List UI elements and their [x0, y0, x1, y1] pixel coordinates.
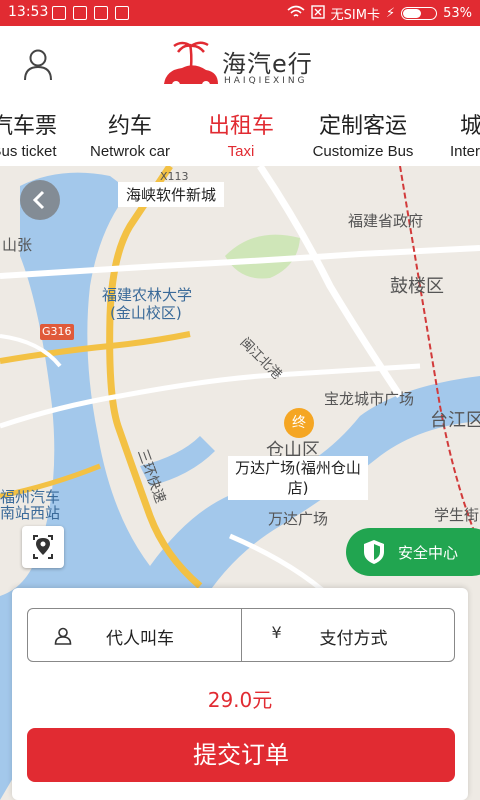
app-logo: 海汽e行 HAIQIEXING [160, 38, 330, 98]
tab-label-en: Netwrok car [89, 143, 171, 160]
destination-callout[interactable]: 万达广场(福州仓山店) [228, 456, 368, 500]
app-header: 海汽e行 HAIQIEXING [0, 26, 480, 104]
usb-icon [52, 6, 66, 20]
sim-icon [310, 4, 325, 23]
proxy-call-button[interactable]: 代人叫车 [28, 609, 241, 661]
payment-method-label: 支付方式 [319, 629, 388, 649]
charging-icon: ⚡ [385, 6, 396, 21]
proxy-call-label: 代人叫车 [106, 629, 174, 649]
carrier-text: 无SIM卡 [330, 8, 380, 23]
yen-icon: ¥ [271, 623, 282, 642]
battery-fill [403, 9, 422, 18]
tab-label-cn: 汽车票 [0, 114, 57, 139]
logo-title: 海汽e行 [222, 50, 313, 78]
place-label-fafu-campus: (金山校区) [110, 304, 182, 322]
tab-label-en: Customize Bus [312, 143, 414, 160]
chevron-left-icon [32, 190, 45, 210]
tab-label-en: Taxi [227, 143, 255, 160]
logo-subtitle: HAIQIEXING [224, 76, 308, 86]
order-options: 代人叫车 ¥ 支付方式 [27, 608, 455, 662]
app-notification-icon [73, 6, 87, 20]
tab-label-cn: 城 [460, 114, 480, 139]
tab-label-en: Bus ticket [0, 143, 57, 160]
notification-icons [52, 6, 129, 20]
place-label: 山张 [2, 236, 33, 254]
message-icon [115, 6, 129, 20]
status-right: 无SIM卡 ⚡ 53% [287, 4, 472, 23]
status-bar: 13:53 无SIM卡 ⚡ 53% [0, 0, 480, 26]
tab-label-cn: 定制客运 [318, 114, 407, 139]
person-icon [54, 627, 72, 645]
battery-percent: 53% [443, 6, 472, 21]
battery-icon [401, 7, 438, 20]
tab-taxi[interactable]: 出租车 Taxi [196, 104, 286, 166]
car-palm-logo-icon [164, 41, 218, 89]
map-back-button[interactable] [20, 180, 60, 220]
locate-me-button[interactable] [22, 526, 64, 568]
order-panel: 代人叫车 ¥ 支付方式 29.0元 提交订单 [12, 588, 468, 800]
destination-marker[interactable]: 终 [284, 408, 314, 438]
shield-icon [364, 540, 384, 564]
place-label-gov: 福建省政府 [348, 212, 424, 230]
payment-method-button[interactable]: ¥ 支付方式 [240, 609, 455, 661]
tab-intercity[interactable]: 城 Inter [446, 104, 480, 166]
tab-bus-ticket[interactable]: 汽车票 Bus ticket [0, 104, 78, 166]
tab-label-en: Inter [450, 143, 480, 160]
place-label-bus-station-2: 南站西站 [0, 504, 61, 522]
location-icon [33, 535, 53, 559]
android-icon [94, 6, 108, 20]
place-label-software-city: 海峡软件新城 [118, 182, 225, 207]
tab-customize-bus[interactable]: 定制客运 Customize Bus [304, 104, 422, 166]
safety-center-button[interactable]: 安全中心 [346, 528, 480, 576]
user-profile-button[interactable] [22, 48, 54, 82]
submit-order-button[interactable]: 提交订单 [27, 728, 455, 782]
wifi-icon [287, 5, 305, 23]
highway-badge: G316 [42, 325, 72, 338]
place-label-student: 学生街 [434, 506, 480, 524]
place-label-wanda: 万达广场 [268, 510, 329, 528]
service-tabs: 汽车票 Bus ticket 约车 Netwrok car 出租车 Taxi 定… [0, 104, 480, 166]
safety-center-label: 安全中心 [398, 544, 459, 562]
tab-label-cn: 出租车 [207, 114, 274, 139]
road-label-x113: X113 [160, 170, 189, 183]
place-label-baolong: 宝龙城市广场 [324, 390, 415, 408]
user-icon [24, 49, 52, 81]
fare-price: 29.0元 [207, 688, 273, 712]
district-label-taijiang: 台江区 [430, 410, 480, 431]
district-label-gulou: 鼓楼区 [390, 276, 444, 297]
status-time: 13:53 [8, 4, 49, 20]
tab-label-cn: 约车 [107, 114, 152, 139]
tab-network-car[interactable]: 约车 Netwrok car [82, 104, 178, 166]
